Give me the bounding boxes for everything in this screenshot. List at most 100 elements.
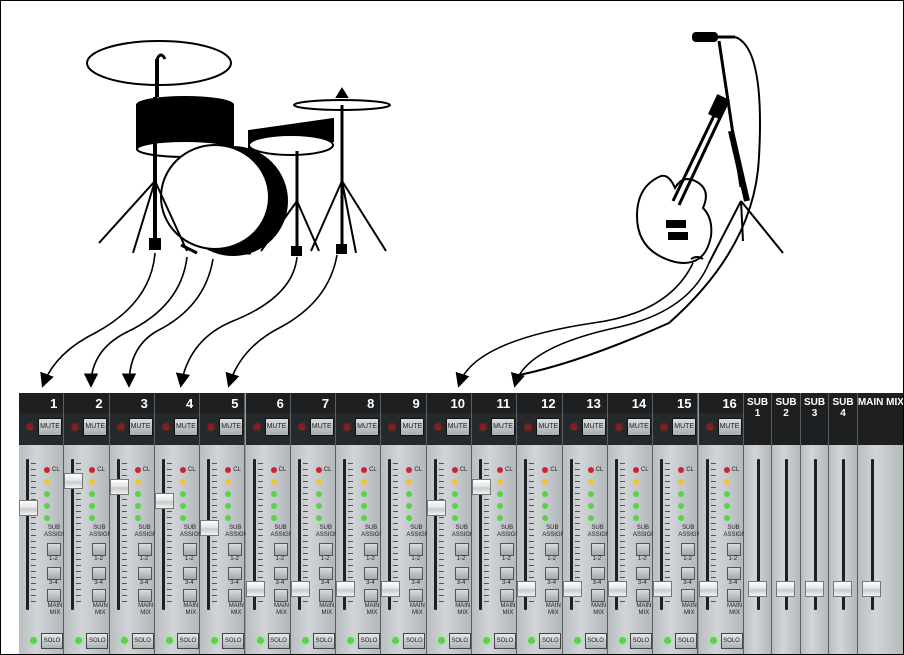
solo-button[interactable]: SOLO [176, 633, 199, 649]
assign-3-4-button[interactable] [726, 567, 741, 580]
assign-3-4-button[interactable] [500, 567, 514, 580]
main-mix-button[interactable] [228, 589, 243, 602]
main-mix-button[interactable] [635, 589, 650, 602]
bus-fader[interactable] [776, 580, 796, 597]
mute-button[interactable]: MUTE [491, 418, 515, 436]
bus-fader[interactable] [804, 580, 824, 597]
mute-button[interactable]: MUTE [536, 418, 561, 436]
mute-button[interactable]: MUTE [717, 418, 742, 436]
assign-1-2-button[interactable] [454, 543, 469, 556]
solo-button[interactable]: SOLO [41, 633, 63, 649]
bus-fader[interactable] [747, 580, 767, 597]
solo-button[interactable]: SOLO [403, 633, 426, 649]
assign-3-4-button[interactable] [318, 567, 333, 580]
assign-1-2-button[interactable] [500, 543, 514, 556]
mute-button[interactable]: MUTE [219, 418, 244, 436]
solo-button[interactable]: SOLO [720, 633, 743, 649]
mute-button[interactable]: MUTE [173, 418, 198, 436]
main-mix-button[interactable] [273, 589, 288, 602]
main-mix-button[interactable] [47, 589, 61, 602]
mute-button[interactable]: MUTE [445, 418, 470, 436]
assign-3-4-button[interactable] [681, 567, 696, 580]
main-mix-button[interactable] [590, 589, 605, 602]
channel-fader[interactable] [517, 580, 537, 597]
assign-1-2-button[interactable] [47, 543, 61, 556]
channel-fader[interactable] [19, 499, 38, 516]
assign-3-4-button[interactable] [454, 567, 469, 580]
channel-fader[interactable] [562, 580, 582, 597]
assign-1-2-button[interactable] [726, 543, 741, 556]
bus-fader[interactable] [833, 580, 853, 597]
assign-1-2-button[interactable] [92, 543, 107, 556]
assign-1-2-button[interactable] [182, 543, 197, 556]
solo-button[interactable]: SOLO [584, 633, 607, 649]
solo-button[interactable]: SOLO [448, 633, 471, 649]
assign-1-2-button[interactable] [635, 543, 650, 556]
assign-1-2-button[interactable] [137, 543, 152, 556]
channel-fader[interactable] [426, 499, 446, 516]
channel-fader[interactable] [698, 580, 718, 597]
main-mix-button[interactable] [182, 589, 197, 602]
assign-1-2-button[interactable] [318, 543, 333, 556]
main-mix-button[interactable] [500, 589, 514, 602]
channel-fader[interactable] [109, 479, 129, 496]
solo-button[interactable]: SOLO [131, 633, 154, 649]
assign-1-2-button[interactable] [228, 543, 243, 556]
assign-1-2-button[interactable] [545, 543, 560, 556]
solo-button[interactable]: SOLO [629, 633, 652, 649]
mute-button[interactable]: MUTE [264, 418, 289, 436]
mute-button[interactable]: MUTE [672, 418, 697, 436]
main-mix-button[interactable] [364, 589, 379, 602]
solo-button[interactable]: SOLO [86, 633, 109, 649]
mute-button[interactable]: MUTE [83, 418, 108, 436]
main-mix-button[interactable] [318, 589, 333, 602]
assign-3-4-button[interactable] [228, 567, 243, 580]
main-mix-button[interactable] [454, 589, 469, 602]
solo-button[interactable]: SOLO [358, 633, 381, 649]
assign-3-4-button[interactable] [273, 567, 288, 580]
mute-button[interactable]: MUTE [626, 418, 651, 436]
mute-button[interactable]: MUTE [38, 418, 62, 436]
channel-fader[interactable] [472, 479, 491, 496]
mute-button[interactable]: MUTE [400, 418, 425, 436]
solo-button[interactable]: SOLO [222, 633, 245, 649]
mute-button[interactable]: MUTE [128, 418, 153, 436]
assign-3-4-button[interactable] [364, 567, 379, 580]
channel-fader[interactable] [200, 519, 220, 536]
assign-1-2-button[interactable] [409, 543, 424, 556]
assign-1-2-button[interactable] [590, 543, 605, 556]
mute-button[interactable]: MUTE [581, 418, 606, 436]
main-mix-button[interactable] [409, 589, 424, 602]
assign-1-2-button[interactable] [364, 543, 379, 556]
channel-fader[interactable] [245, 580, 265, 597]
main-mix-button[interactable] [137, 589, 152, 602]
assign-3-4-button[interactable] [409, 567, 424, 580]
channel-fader[interactable] [653, 580, 673, 597]
channel-fader[interactable] [154, 492, 174, 509]
solo-button[interactable]: SOLO [539, 633, 562, 649]
solo-button[interactable]: SOLO [675, 633, 698, 649]
assign-3-4-button[interactable] [545, 567, 560, 580]
main-mix-button[interactable] [726, 589, 741, 602]
channel-fader[interactable] [290, 580, 310, 597]
channel-fader[interactable] [607, 580, 627, 597]
assign-3-4-button[interactable] [635, 567, 650, 580]
assign-3-4-button[interactable] [590, 567, 605, 580]
assign-3-4-button[interactable] [137, 567, 152, 580]
channel-fader[interactable] [64, 472, 84, 489]
mute-button[interactable]: MUTE [355, 418, 380, 436]
solo-button[interactable]: SOLO [267, 633, 290, 649]
assign-3-4-button[interactable] [92, 567, 107, 580]
assign-3-4-button[interactable] [182, 567, 197, 580]
solo-button[interactable]: SOLO [312, 633, 335, 649]
assign-1-2-button[interactable] [273, 543, 288, 556]
main-mix-button[interactable] [681, 589, 696, 602]
channel-fader[interactable] [381, 580, 401, 597]
channel-fader[interactable] [336, 580, 356, 597]
solo-button[interactable]: SOLO [494, 633, 516, 649]
mute-button[interactable]: MUTE [309, 418, 334, 436]
main-mix-button[interactable] [92, 589, 107, 602]
bus-fader[interactable] [861, 580, 881, 597]
assign-1-2-button[interactable] [681, 543, 696, 556]
main-mix-button[interactable] [545, 589, 560, 602]
